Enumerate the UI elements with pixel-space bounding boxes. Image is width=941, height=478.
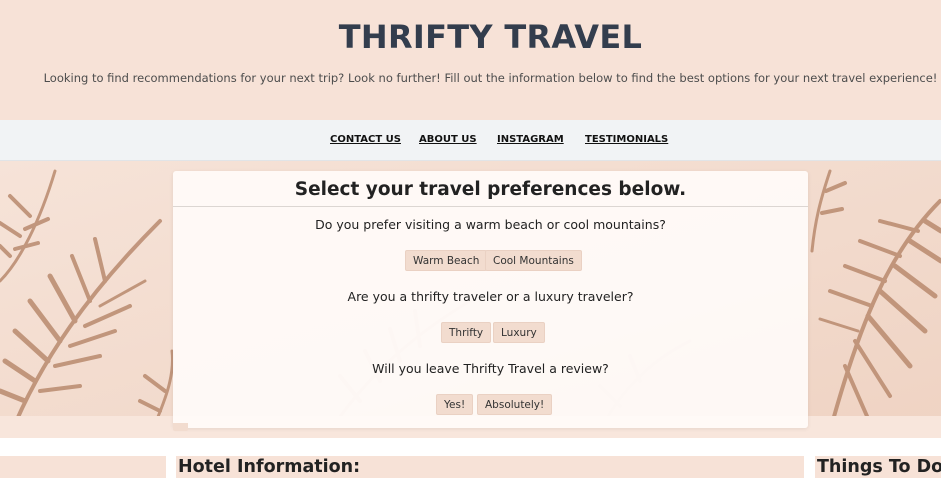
thrifty-button[interactable]: Thrifty [441, 322, 492, 343]
things-to-do-heading: Things To Do: [817, 457, 941, 477]
left-section-panel [0, 456, 166, 478]
site-tagline: Looking to find recommendations for your… [43, 71, 938, 85]
nav-contact-us[interactable]: CONTACT US [330, 134, 401, 145]
hotel-info-heading: Hotel Information: [178, 457, 361, 477]
nav-testimonials[interactable]: TESTIMONIALS [585, 134, 668, 145]
things-to-do-section: Things To Do: [815, 456, 941, 478]
warm-beach-button[interactable]: Warm Beach [405, 250, 488, 271]
question-travel-style: Are you a thrifty traveler or a luxury t… [347, 289, 634, 304]
luxury-button[interactable]: Luxury [493, 322, 545, 343]
preferences-title: Select your travel preferences below. [294, 179, 687, 200]
preferences-card: Select your travel preferences below. Do… [173, 171, 808, 428]
main-nav: CONTACT US ABOUT US INSTAGRAM TESTIMONIA… [0, 120, 941, 161]
site-header: THRIFTY TRAVEL Looking to find recommend… [0, 0, 941, 120]
hotel-info-section: Hotel Information: [176, 456, 804, 478]
card-divider [173, 206, 808, 207]
absolutely-button[interactable]: Absolutely! [477, 394, 553, 415]
question-destination: Do you prefer visiting a warm beach or c… [315, 217, 666, 232]
cool-mountains-button[interactable]: Cool Mountains [485, 250, 582, 271]
nav-about-us[interactable]: ABOUT US [419, 134, 477, 145]
yes-button[interactable]: Yes! [436, 394, 474, 415]
site-title: THRIFTY TRAVEL [338, 18, 643, 56]
nav-instagram[interactable]: INSTAGRAM [497, 134, 564, 145]
card-corner-tab [173, 423, 188, 431]
question-review: Will you leave Thrifty Travel a review? [372, 361, 609, 376]
